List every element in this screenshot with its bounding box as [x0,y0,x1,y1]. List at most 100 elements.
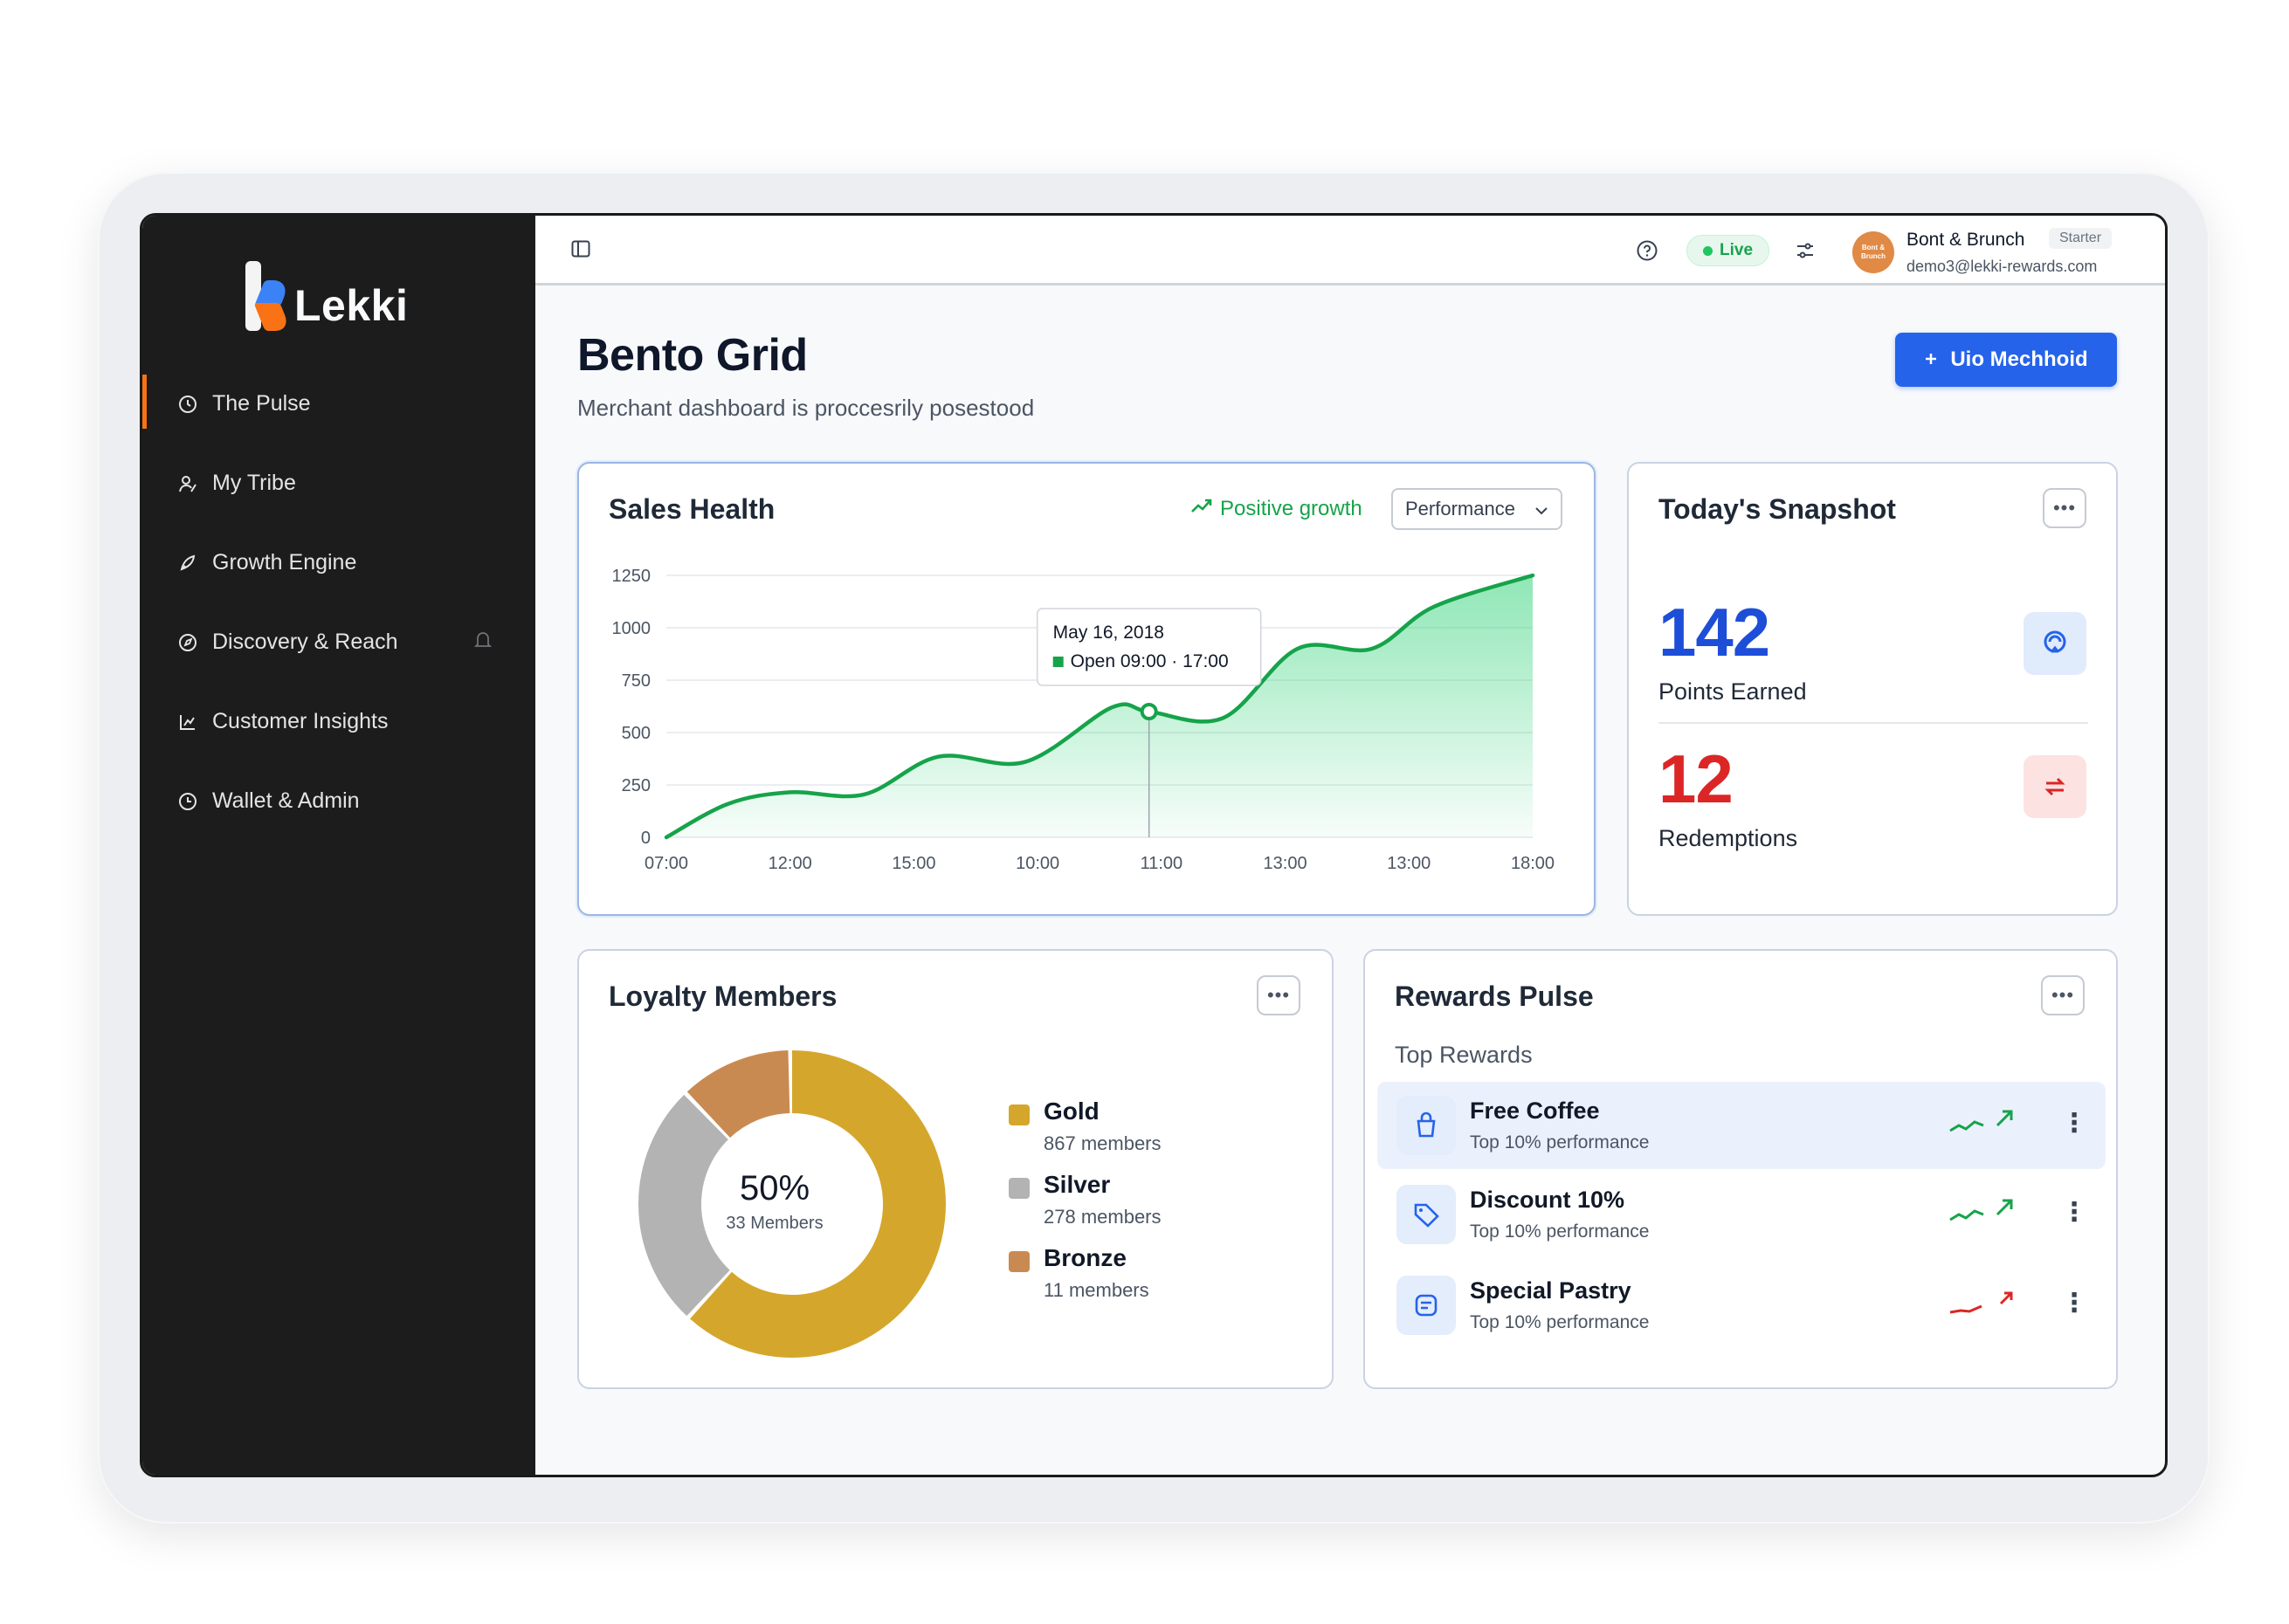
trend-indicator: Positive growth [1190,497,1362,521]
reward-subtitle: Top 10% performance [1470,1221,1650,1242]
points-earned-value: 142 [1658,594,1770,671]
live-status-badge: Live [1686,235,1770,266]
sidebar-toggle-icon[interactable] [570,238,591,259]
snapshot-more-button[interactable]: ••• [2043,488,2086,528]
sidebar-nav: The Pulse My Tribe Growth Engine Discove… [142,364,535,841]
y-tick-label: 1000 [612,619,652,638]
app-window: Lekki The Pulse My Tribe Growth Engine D… [140,213,2168,1477]
x-tick-label: 07:00 [645,854,688,873]
highlight-point[interactable] [1140,703,1158,720]
reward-subtitle: Top 10% performance [1470,1312,1650,1332]
x-tick-label: 15:00 [892,854,935,873]
chevron-down-icon [1534,498,1548,520]
donut-center-value: 50% [739,1169,810,1208]
lekki-logo-icon [245,261,292,331]
points-earned-label: Points Earned [1658,678,1807,705]
trend-up-icon [1190,497,1213,521]
reward-name: Special Pastry [1470,1277,1631,1304]
reward-subtitle: Top 10% performance [1470,1132,1650,1153]
settings-sliders-icon[interactable] [1795,240,1816,265]
row-menu-icon[interactable]: ⋮ [2057,1190,2092,1234]
wallet-icon [177,791,198,812]
reward-row-discount[interactable]: Discount 10% Top 10% performance ⋮ [1377,1171,2106,1258]
reward-name: Free Coffee [1470,1098,1600,1124]
y-tick-label: 500 [622,724,651,743]
y-tick-label: 250 [622,776,651,795]
sidebar-item-the-pulse[interactable]: The Pulse [142,364,535,444]
row-menu-icon[interactable]: ⋮ [2057,1281,2092,1325]
rewards-more-button[interactable]: ••• [2041,975,2085,1015]
reward-row-free-coffee[interactable]: Free Coffee Top 10% performance ⋮ [1377,1082,2106,1169]
section-label: Top Rewards [1395,1042,1533,1068]
sidebar-item-label: Wallet & Admin [212,788,360,813]
live-dot-icon [1703,245,1713,256]
reward-row-special-pastry[interactable]: Special Pastry Top 10% performance ⋮ [1377,1262,2106,1349]
redemptions-label: Redemptions [1658,825,1798,851]
legend-swatch [1009,1251,1030,1272]
sidebar-item-wallet-admin[interactable]: Wallet & Admin [142,761,535,841]
bell-icon[interactable] [473,630,493,656]
legend-count: 867 members [1044,1132,1162,1154]
sales-chart: 0 250 500 750 1000 1250 07:00 12:00 15:00 10:00 11… [612,567,1555,873]
sidebar-item-my-tribe[interactable]: My Tribe [142,444,535,523]
snapshot-card: Today's Snapshot ••• 142 Points Earned 1… [1627,462,2118,916]
pulse-icon [177,394,198,415]
tag-icon [1396,1185,1456,1244]
account-name[interactable]: Bont & Brunch [1906,230,2024,251]
y-tick-label: 750 [622,671,651,691]
card-title: Rewards Pulse [1395,981,1594,1012]
legend-name: Gold [1044,1098,1100,1125]
chart-tooltip: May 16, 2018 Open 09:00 · 17:00 [1036,608,1262,686]
trend-label: Positive growth [1220,497,1362,520]
row-menu-icon[interactable]: ⋮ [2057,1101,2092,1145]
points-icon [2024,612,2086,675]
x-tick-label: 12:00 [769,854,812,873]
y-tick-label: 1250 [612,567,652,586]
loyalty-more-button[interactable]: ••• [1257,975,1300,1015]
trend-down-icon [1948,1286,2018,1322]
cup-icon [1396,1096,1456,1155]
brand-name: Lekki [294,281,409,330]
donut-center: 50% 33 Members [698,1169,851,1234]
page-subtitle: Merchant dashboard is proccesrily posest… [577,395,1035,421]
main-content: Live Bont & Brunch Bont & Brunch Starter… [535,216,2165,1475]
plus-icon [1924,348,1938,372]
donut-center-label: 33 Members [726,1214,824,1233]
rewards-pulse-card: Rewards Pulse ••• Top Rewards Free Coffe… [1363,949,2118,1389]
redeem-icon [2024,755,2086,818]
sidebar: Lekki The Pulse My Tribe Growth Engine D… [142,216,535,1475]
legend-swatch [1009,1178,1030,1199]
sidebar-item-customer-insights[interactable]: Customer Insights [142,682,535,761]
plan-badge: Starter [2049,228,2113,249]
tribe-icon [177,473,198,494]
sidebar-item-label: My Tribe [212,471,296,495]
sidebar-item-label: Discovery & Reach [212,630,398,654]
account-email: demo3@lekki-rewards.com [1906,258,2098,275]
trend-up-icon [1948,1195,2018,1231]
sidebar-item-label: Growth Engine [212,550,357,575]
sales-health-card: 0 250 500 750 1000 1250 07:00 12:00 15:00 10:00 11… [577,462,1596,916]
redemptions-value: 12 [1658,740,1734,817]
legend-name: Silver [1044,1171,1111,1198]
avatar[interactable]: Bont & Brunch [1852,231,1894,273]
y-tick-label: 0 [641,829,651,848]
chart-icon [177,712,198,733]
sidebar-item-discovery-reach[interactable]: Discovery & Reach [142,602,535,682]
legend-count: 11 members [1044,1279,1149,1301]
primary-action-button[interactable]: Uio Mechhoid [1895,333,2117,387]
sidebar-item-growth-engine[interactable]: Growth Engine [142,523,535,602]
reward-name: Discount 10% [1470,1187,1625,1213]
legend-swatch [1009,1104,1030,1125]
card-title: Loyalty Members [609,981,838,1012]
range-select[interactable]: Performance [1391,488,1562,530]
page-title: Bento Grid [577,330,808,381]
sidebar-item-label: Customer Insights [212,709,389,733]
sidebar-item-label: The Pulse [212,391,311,416]
brand-logo[interactable]: Lekki [245,261,408,331]
topbar: Live Bont & Brunch Bont & Brunch Starter… [535,216,2165,286]
tooltip-value: Open 09:00 · 17:00 [1071,651,1229,671]
x-tick-label: 13:00 [1264,854,1307,873]
range-select-value: Performance [1405,498,1515,520]
help-icon[interactable] [1636,239,1658,266]
card-title: Sales Health [609,493,776,525]
